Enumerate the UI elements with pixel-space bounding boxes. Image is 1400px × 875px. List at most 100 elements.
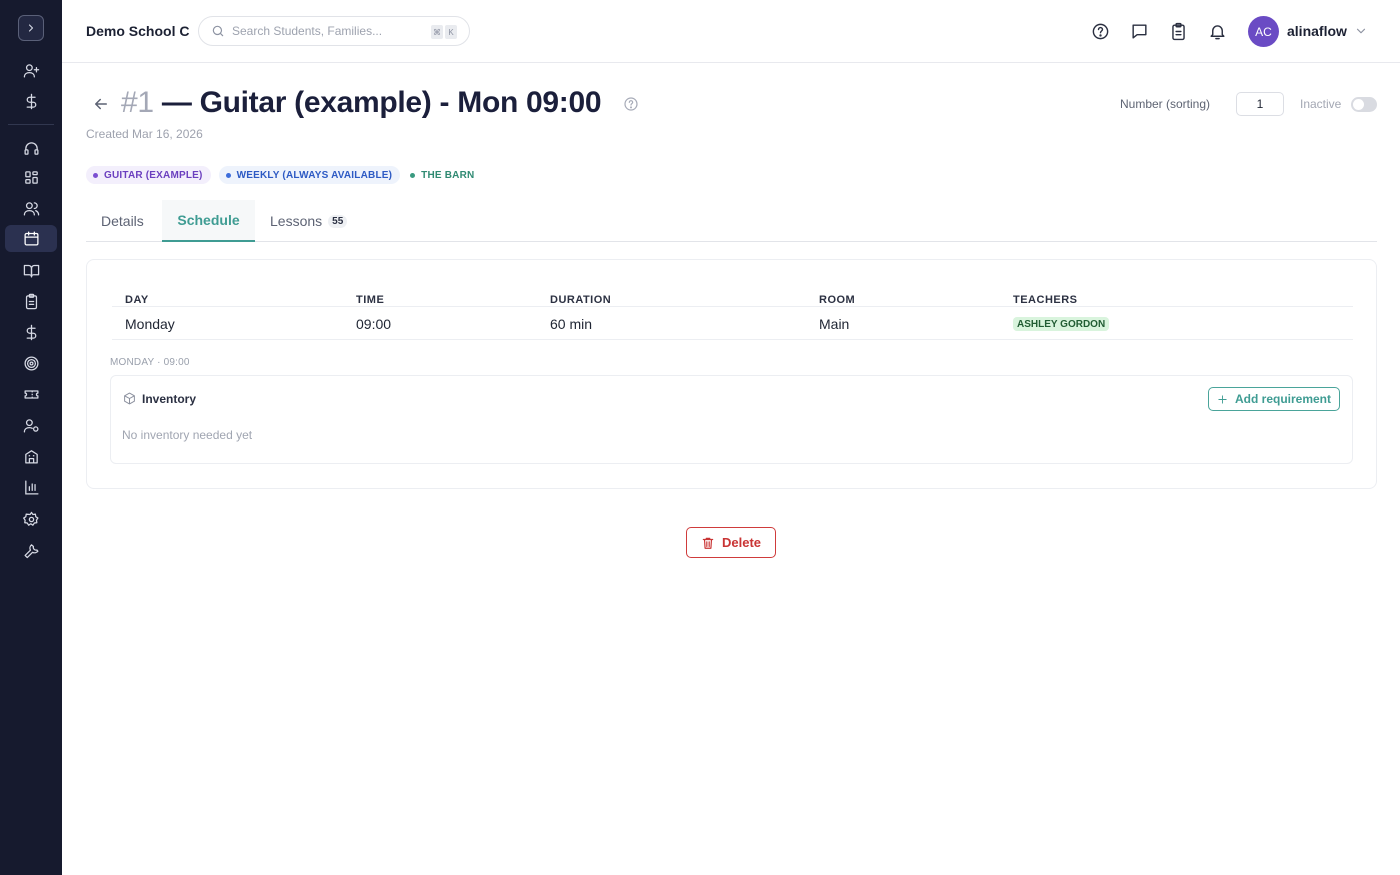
ticket-icon xyxy=(23,390,39,399)
shortcut-key: ⌘ xyxy=(431,25,443,39)
title-number: #1 xyxy=(121,86,154,119)
column-header-day: DAY xyxy=(125,294,149,306)
chat-icon xyxy=(1131,23,1147,39)
inventory-title: Inventory xyxy=(142,392,197,406)
lessons-count-badge: 55 xyxy=(328,214,348,228)
sidebar-item-tasks[interactable] xyxy=(5,288,57,315)
tag-list: GUITAR (EXAMPLE) WEEKLY (ALWAYS AVAILABL… xyxy=(86,166,482,184)
created-date: Created Mar 16, 2026 xyxy=(86,127,203,141)
inventory-panel xyxy=(110,375,1353,464)
tab-label: Details xyxy=(101,213,144,229)
avatar[interactable]: AC xyxy=(1248,16,1279,47)
clipboard-icon xyxy=(25,293,37,310)
sidebar-item-students[interactable] xyxy=(5,195,57,222)
cell-day: Monday xyxy=(125,316,175,332)
tab-details[interactable]: Details xyxy=(101,200,144,242)
tab-label: Schedule xyxy=(177,212,240,228)
sidebar-item-locations[interactable] xyxy=(5,443,57,470)
tab-bar: Details Schedule Lessons 55 xyxy=(86,200,1377,242)
sidebar-item-events[interactable] xyxy=(5,381,57,408)
sidebar-item-billing[interactable] xyxy=(5,319,57,346)
inactive-toggle[interactable] xyxy=(1351,97,1377,112)
tag-location[interactable]: THE BARN xyxy=(408,166,482,184)
table-header-divider xyxy=(112,306,1353,307)
sidebar xyxy=(0,0,62,875)
sidebar-item-reports[interactable] xyxy=(5,474,57,501)
username[interactable]: alinaflow xyxy=(1287,23,1347,39)
slot-label: MONDAY · 09:00 xyxy=(110,357,190,368)
users-icon xyxy=(23,202,39,216)
chevron-right-icon xyxy=(28,24,34,32)
tag-label: WEEKLY (ALWAYS AVAILABLE) xyxy=(236,169,393,181)
chevron-down-icon[interactable] xyxy=(1354,24,1368,38)
add-requirement-label: Add requirement xyxy=(1234,392,1331,406)
delete-button[interactable]: Delete xyxy=(686,527,776,558)
box-icon xyxy=(124,392,135,405)
tag-dot xyxy=(93,172,98,178)
notifications-button[interactable] xyxy=(1206,20,1228,42)
dashboard-grid-icon xyxy=(24,171,38,184)
cell-room: Main xyxy=(819,316,850,332)
cell-duration: 60 min xyxy=(550,316,593,332)
column-header-teachers: TEACHERS xyxy=(1013,294,1078,306)
sidebar-item-schedule[interactable] xyxy=(5,225,57,252)
delete-label: Delete xyxy=(721,535,762,550)
shortcut-key: K xyxy=(445,25,457,39)
sidebar-item-goals[interactable] xyxy=(5,350,57,377)
column-header-time: TIME xyxy=(356,294,385,306)
bar-chart-icon xyxy=(24,480,39,495)
sidebar-item-add-user[interactable] xyxy=(5,57,57,84)
search-input[interactable] xyxy=(232,24,422,38)
clipboard-icon xyxy=(1171,22,1185,40)
headset-icon xyxy=(23,142,39,155)
search-box[interactable]: ⌘ K xyxy=(198,16,470,46)
sidebar-item-staff[interactable] xyxy=(5,412,57,439)
user-settings-icon xyxy=(23,419,39,433)
sidebar-item-dashboard[interactable] xyxy=(5,164,57,191)
tasks-button[interactable] xyxy=(1167,20,1189,42)
help-button[interactable] xyxy=(1089,20,1111,42)
building-icon xyxy=(24,450,38,464)
sidebar-item-settings[interactable] xyxy=(5,506,57,533)
bell-icon xyxy=(1209,24,1225,39)
dollar-icon xyxy=(26,324,36,341)
sidebar-divider xyxy=(8,124,54,125)
wrench-icon xyxy=(23,544,39,559)
sidebar-item-tools[interactable] xyxy=(5,537,57,564)
tag-course[interactable]: GUITAR (EXAMPLE) xyxy=(86,166,211,184)
sorting-number-input[interactable] xyxy=(1236,92,1284,116)
table-row-divider xyxy=(112,339,1353,340)
calendar-icon xyxy=(23,231,39,246)
title-text: — Guitar (example) - Mon 09:00 xyxy=(161,86,602,119)
inactive-label: Inactive xyxy=(1300,97,1342,111)
column-header-duration: DURATION xyxy=(550,294,612,306)
back-arrow-icon[interactable] xyxy=(92,95,110,113)
search-icon xyxy=(212,25,224,37)
column-header-room: ROOM xyxy=(819,294,856,306)
tag-dot xyxy=(225,172,231,178)
sidebar-item-payments[interactable] xyxy=(5,88,57,115)
trash-icon xyxy=(702,537,714,549)
help-circle-icon[interactable] xyxy=(623,96,639,112)
tab-schedule[interactable]: Schedule xyxy=(162,200,255,242)
sorting-label: Number (sorting) xyxy=(1120,97,1211,111)
tag-dot xyxy=(410,172,416,178)
school-name[interactable]: Demo School C xyxy=(86,23,189,39)
book-icon xyxy=(23,264,39,278)
tag-label: THE BARN xyxy=(421,169,475,181)
cell-time: 09:00 xyxy=(356,316,392,332)
tab-lessons[interactable]: Lessons 55 xyxy=(270,200,348,242)
user-plus-icon xyxy=(23,64,39,78)
help-circle-icon xyxy=(1092,23,1108,39)
sidebar-item-courses[interactable] xyxy=(5,257,57,284)
tag-frequency[interactable]: WEEKLY (ALWAYS AVAILABLE) xyxy=(218,166,401,184)
sidebar-expand-button[interactable] xyxy=(18,15,44,41)
add-requirement-button[interactable]: Add requirement xyxy=(1208,387,1340,411)
tag-label: GUITAR (EXAMPLE) xyxy=(104,169,203,181)
plus-icon xyxy=(1218,394,1227,404)
page-title: #1 — Guitar (example) - Mon 09:00 xyxy=(121,86,602,120)
messages-button[interactable] xyxy=(1128,20,1150,42)
teacher-badge[interactable]: ASHLEY GORDON xyxy=(1013,317,1110,331)
gear-icon xyxy=(22,511,39,526)
sidebar-item-support[interactable] xyxy=(5,135,57,162)
